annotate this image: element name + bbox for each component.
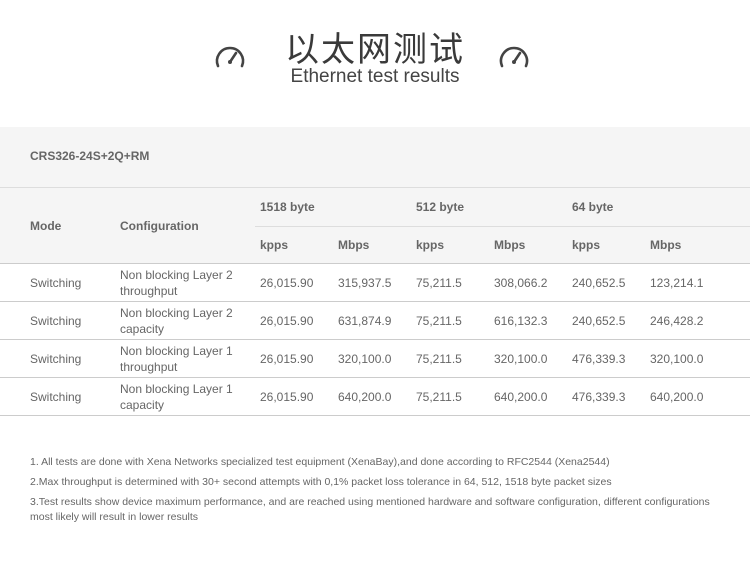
cell-value: 640,200.0 (338, 390, 392, 404)
header-sub-kpps: kpps (260, 238, 289, 252)
header-sub-mbps: Mbps (650, 238, 682, 252)
cell-value: 308,066.2 (494, 276, 548, 290)
footnote: 2.Max throughput is determined with 30+ … (30, 476, 612, 488)
cell-value: 315,937.5 (338, 276, 392, 290)
page-title: 以太网测试 (285, 30, 465, 70)
cell-value: 75,211.5 (416, 314, 462, 328)
cell-value: 320,100.0 (494, 352, 548, 366)
cell-mode: Switching (30, 352, 82, 366)
footnotes: 1. All tests are done with Xena Networks… (30, 455, 730, 530)
footnote: 3.Test results show device maximum perfo… (30, 496, 710, 523)
model-bar: CRS326-24S+2Q+RM (0, 127, 750, 187)
cell-mode: Switching (30, 276, 82, 290)
table-header: Mode Configuration 1518 byte 512 byte 64… (0, 187, 750, 264)
cell-value: 631,874.9 (338, 314, 392, 328)
table-row: Switching Non blocking Layer 2 capacity … (0, 302, 750, 340)
cell-value: 75,211.5 (416, 352, 462, 366)
cell-value: 246,428.2 (650, 314, 704, 328)
cell-value: 240,652.5 (572, 314, 626, 328)
cell-value: 320,100.0 (338, 352, 392, 366)
cell-value: 26,015.90 (260, 352, 314, 366)
model-name: CRS326-24S+2Q+RM (30, 149, 150, 163)
cell-mode: Switching (30, 390, 82, 404)
cell-value: 240,652.5 (572, 276, 626, 290)
header-group-1518: 1518 byte (260, 200, 315, 214)
cell-config: Non blocking Layer 2 throughput (120, 268, 233, 298)
footnote: 1. All tests are done with Xena Networks… (30, 456, 610, 468)
cell-config: Non blocking Layer 2 capacity (120, 306, 233, 336)
header-sub-mbps: Mbps (494, 238, 526, 252)
cell-value: 26,015.90 (260, 314, 314, 328)
cell-config: Non blocking Layer 1 capacity (120, 382, 233, 412)
cell-value: 75,211.5 (416, 276, 462, 290)
header-mode: Mode (30, 219, 62, 233)
cell-value: 640,200.0 (494, 390, 548, 404)
cell-value: 26,015.90 (260, 276, 314, 290)
cell-value: 640,200.0 (650, 390, 704, 404)
cell-value: 26,015.90 (260, 390, 314, 404)
cell-mode: Switching (30, 314, 82, 328)
cell-value: 476,339.3 (572, 390, 626, 404)
header-sub-kpps: kpps (416, 238, 445, 252)
header-group-512: 512 byte (416, 200, 465, 214)
header-group-64: 64 byte (572, 200, 614, 214)
cell-value: 476,339.3 (572, 352, 626, 366)
cell-config: Non blocking Layer 1 throughput (120, 344, 233, 374)
page-header: 以太网测试 Ethernet test results (0, 0, 750, 127)
page-subtitle: Ethernet test results (290, 66, 460, 87)
cell-value: 320,100.0 (650, 352, 704, 366)
cell-value: 75,211.5 (416, 390, 462, 404)
table-row: Switching Non blocking Layer 2 throughpu… (0, 264, 750, 302)
table-row: Switching Non blocking Layer 1 capacity … (0, 378, 750, 416)
table-row: Switching Non blocking Layer 1 throughpu… (0, 340, 750, 378)
header-configuration: Configuration (120, 219, 199, 233)
header-divider (255, 226, 750, 227)
header-sub-kpps: kpps (572, 238, 601, 252)
header-sub-mbps: Mbps (338, 238, 370, 252)
cell-value: 123,214.1 (650, 276, 704, 290)
gauge-icon (499, 46, 529, 68)
cell-value: 616,132.3 (494, 314, 548, 328)
